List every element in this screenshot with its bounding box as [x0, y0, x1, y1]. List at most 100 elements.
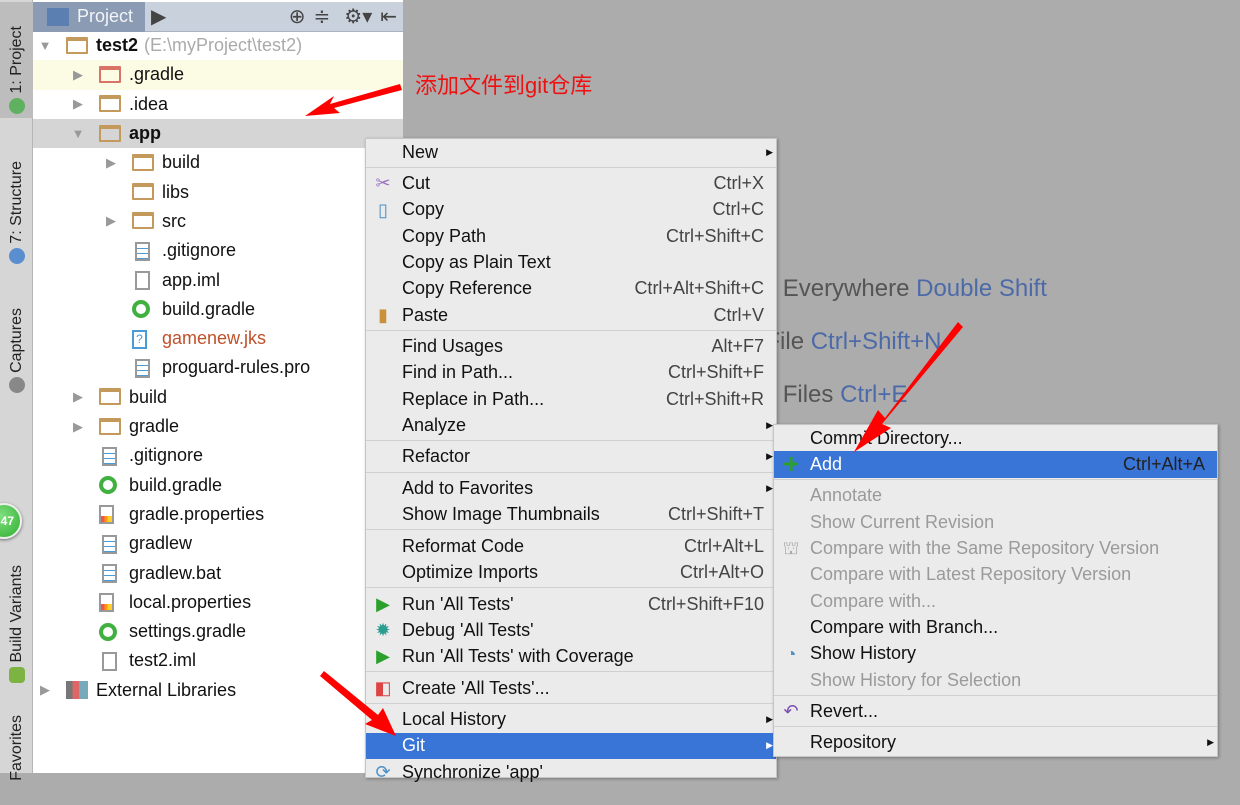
arrow-right-icon[interactable]: ▶ — [104, 155, 118, 171]
tree-item[interactable]: ▶ .gradle — [33, 60, 403, 90]
expand-arrow-icon[interactable]: ▶ — [151, 4, 166, 29]
menu-item-find-usages[interactable]: Find Usages Alt+F7 — [366, 333, 776, 359]
tree-item[interactable]: ▶ .idea — [33, 90, 403, 119]
menu-item-compare-with-branch[interactable]: Compare with Branch... — [774, 614, 1217, 640]
arrow-right-icon[interactable]: ▶ — [71, 419, 85, 435]
tree-item[interactable]: app.iml — [33, 265, 403, 294]
module-folder-icon — [66, 36, 88, 55]
text-file-icon — [99, 534, 121, 554]
libraries-icon — [66, 681, 88, 700]
menu-item-git[interactable]: Git ▶ — [366, 732, 776, 760]
tree-item[interactable]: build.gradle — [33, 295, 403, 324]
arrow-right-icon[interactable]: ▶ — [104, 213, 118, 229]
arrow-right-icon[interactable]: ▶ — [38, 682, 52, 698]
menu-item-label: Paste — [402, 304, 449, 325]
tree-item[interactable]: proguard-rules.pro — [33, 353, 403, 382]
tree-item[interactable]: ▶ build — [33, 383, 403, 412]
menu-item-debug-all-tests[interactable]: ✹ Debug 'All Tests' — [366, 617, 776, 643]
iml-file-icon — [132, 271, 154, 291]
menu-item-optimize-imports[interactable]: Optimize Imports Ctrl+Alt+O — [366, 559, 776, 585]
tree-item[interactable]: ▶ gradle — [33, 412, 403, 441]
menu-item-label: Add — [810, 453, 843, 474]
tree-item-label: app.iml — [162, 269, 221, 290]
tree-item[interactable]: .gitignore — [33, 441, 403, 470]
menu-item-replace-in-path[interactable]: Replace in Path... Ctrl+Shift+R — [366, 386, 776, 412]
folder-icon — [132, 153, 154, 172]
menu-item-copy-path[interactable]: Copy Path Ctrl+Shift+C — [366, 223, 776, 249]
menu-item-repository[interactable]: Repository ▶ — [774, 730, 1217, 756]
tree-item[interactable]: ▶ src — [33, 207, 403, 236]
arrow-right-icon[interactable]: ▶ — [71, 96, 85, 112]
tree-item-label: .gitignore — [129, 445, 204, 466]
tool-tab-build-variants[interactable]: Build Variants — [0, 545, 33, 687]
menu-item-create-all-tests[interactable]: ◧ Create 'All Tests'... — [366, 675, 776, 701]
menu-item-show-image-thumbnails[interactable]: Show Image Thumbnails Ctrl+Shift+T — [366, 502, 776, 528]
gear-icon[interactable]: ⚙▾ — [344, 4, 372, 29]
gradle-file-icon — [99, 476, 121, 495]
menu-item-add[interactable]: + Add Ctrl+Alt+A — [774, 450, 1217, 478]
menu-item-run-all-tests-with-coverage[interactable]: ▶ Run 'All Tests' with Coverage — [366, 643, 776, 669]
menu-item-analyze[interactable]: Analyze ▶ — [366, 412, 776, 438]
scissors-icon: ✂ — [375, 173, 391, 194]
tree-item[interactable]: gradle.properties — [33, 500, 403, 529]
menu-item-shortcut: Ctrl+Shift+F10 — [647, 593, 764, 614]
menu-item-copy[interactable]: ▯ Copy Ctrl+C — [366, 197, 776, 223]
menu-item-compare-with: Compare with... — [774, 588, 1217, 614]
menu-item-label: Copy — [402, 199, 445, 220]
tree-item[interactable]: ▶ External Libraries — [33, 676, 403, 705]
menu-item-add-to-favorites[interactable]: Add to Favorites ▶ — [366, 475, 776, 501]
tree-item[interactable]: gradlew.bat — [33, 558, 403, 587]
tree-item[interactable]: settings.gradle — [33, 617, 403, 646]
menu-item-revert[interactable]: ↶ Revert... — [774, 698, 1217, 724]
menu-item-reformat-code[interactable]: Reformat Code Ctrl+Alt+L — [366, 533, 776, 559]
menu-item-run-all-tests[interactable]: ▶ Run 'All Tests' Ctrl+Shift+F10 — [366, 591, 776, 617]
tree-item-path: (E:\myProject\test2) — [144, 35, 303, 56]
arrow-down-icon[interactable]: ▼ — [38, 38, 52, 53]
tree-item-label: .gradle — [129, 64, 185, 85]
menu-item-copy-as-plain-text[interactable]: Copy as Plain Text — [366, 249, 776, 275]
collapse-icon[interactable]: ≑ — [314, 4, 331, 29]
project-view-selector[interactable]: Project — [33, 1, 145, 32]
tool-tab-structure[interactable]: 7: Structure — [0, 140, 33, 268]
menu-item-cut[interactable]: ✂ Cut Ctrl+X — [366, 170, 776, 196]
menu-item-label: Analyze — [402, 414, 467, 435]
run-icon: ▶ — [376, 593, 390, 614]
tree-item[interactable]: libs — [33, 178, 403, 207]
menu-item-paste[interactable]: ▮ Paste Ctrl+V — [366, 302, 776, 328]
tree-item[interactable]: test2.iml — [33, 646, 403, 675]
menu-item-local-history[interactable]: Local History ▶ — [366, 706, 776, 732]
tree-item[interactable]: ▼ app — [33, 118, 403, 149]
properties-file-icon — [99, 505, 121, 525]
tree-item[interactable]: ? gamenew.jks — [33, 324, 403, 353]
menu-item-synchronize-app[interactable]: ⟳ Synchronize 'app' — [366, 759, 776, 785]
tree-item[interactable]: local.properties — [33, 588, 403, 617]
debug-icon: ✹ — [375, 620, 391, 641]
menu-item-copy-reference[interactable]: Copy Reference Ctrl+Alt+Shift+C — [366, 276, 776, 302]
menu-item-commit-directory[interactable]: Commit Directory... — [774, 425, 1217, 451]
tree-item[interactable]: ▼ test2 (E:\myProject\test2) — [33, 31, 403, 60]
arrow-right-icon[interactable]: ▶ — [71, 67, 85, 83]
hide-icon[interactable]: ⇤ — [380, 4, 397, 29]
menu-item-label: Compare with Branch... — [810, 616, 999, 637]
menu-item-refactor[interactable]: Refactor ▶ — [366, 444, 776, 470]
tree-item[interactable]: .gitignore — [33, 236, 403, 265]
menu-item-new[interactable]: New ▶ — [366, 139, 776, 165]
arrow-down-icon[interactable]: ▼ — [71, 126, 85, 141]
locate-icon[interactable]: ⊕ — [289, 4, 306, 29]
git-submenu: Commit Directory... + Add Ctrl+Alt+A Annotat… — [773, 424, 1218, 758]
arrow-right-icon[interactable]: ▶ — [71, 389, 85, 405]
menu-item-shortcut: Ctrl+Alt+O — [679, 562, 764, 583]
tree-item[interactable]: ▶ build — [33, 148, 403, 177]
menu-item-show-history[interactable]: ◔ Show History — [774, 641, 1217, 667]
tool-tab-captures[interactable]: Captures — [0, 295, 33, 397]
tree-item[interactable]: gradlew — [33, 529, 403, 558]
tab-label: Favorites — [7, 715, 25, 781]
tool-tab-favorites[interactable]: Favorites — [0, 715, 33, 805]
menu-item-find-in-path[interactable]: Find in Path... Ctrl+Shift+F — [366, 360, 776, 386]
iml-file-icon — [99, 651, 121, 671]
camera-icon — [8, 377, 25, 393]
tool-tab-project[interactable]: 1: Project — [0, 2, 33, 118]
tree-item[interactable]: build.gradle — [33, 471, 403, 500]
memory-badge[interactable]: 47 — [0, 503, 22, 539]
revert-icon: ↶ — [783, 701, 799, 722]
